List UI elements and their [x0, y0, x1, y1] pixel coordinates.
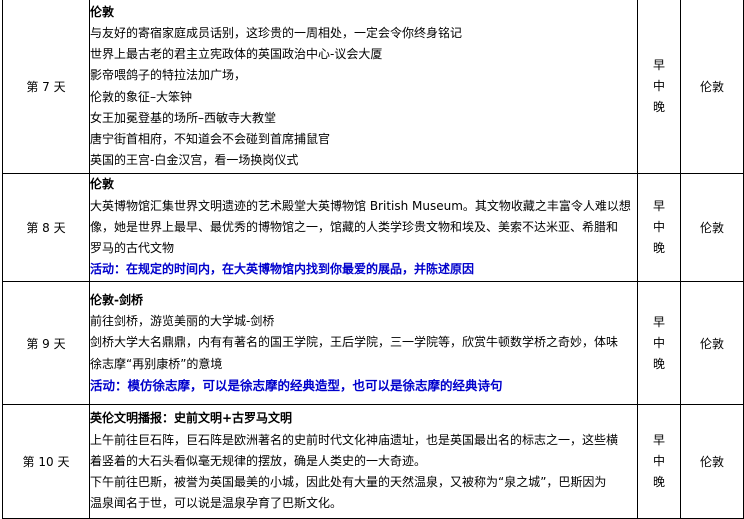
- content-line: 大英博物馆汇集世界文明遗迹的艺术殿堂大英博物馆 British Museum。其…: [90, 198, 631, 213]
- itinerary-row: 第 9 天 伦敦-剑桥 前往剑桥，游览美丽的大学城-剑桥 剑桥大学大名鼎鼎，内有…: [2, 281, 744, 405]
- itinerary-table: 第 7 天 伦敦 与友好的寄宿家庭成员话别，这珍贵的一周相处，一定会令你终身铭记…: [2, 0, 744, 519]
- day-label: 第 10 天: [2, 404, 90, 519]
- itinerary-row: 第 8 天 伦敦 大英博物馆汇集世界文明遗迹的艺术殿堂大英博物馆 British…: [2, 173, 744, 282]
- meals-cell: 早 中 晚: [637, 281, 681, 405]
- content-line: 唐宁街首相府，不知道会不会碰到首席捕鼠官: [90, 131, 331, 146]
- content-line: 着竖着的大石头看似毫无规律的摆放，确是人类史的一大奇迹。: [90, 453, 427, 468]
- activity-line: 活动：在规定的时间内，在大英博物馆内找到你最爱的展品，并陈述原因: [90, 262, 475, 277]
- itinerary-row: 第 7 天 伦敦 与友好的寄宿家庭成员话别，这珍贵的一周相处，一定会令你终身铭记…: [2, 0, 744, 174]
- hotel-city: 伦敦: [680, 173, 744, 282]
- content-line: 上午前往巨石阵，巨石阵是欧洲著名的史前时代文化神庙遗址，也是英国最出名的标志之一…: [90, 432, 619, 447]
- meal-lunch: 中: [652, 335, 665, 350]
- meals-cell: 早 中 晚: [637, 173, 681, 282]
- meal-dinner: 晚: [652, 475, 665, 489]
- meal-breakfast: 早: [652, 314, 665, 329]
- meals-cell: 早 中 晚: [637, 0, 681, 174]
- hotel-city: 伦敦: [680, 404, 744, 519]
- day-content: 伦敦 大英博物馆汇集世界文明遗迹的艺术殿堂大英博物馆 British Museu…: [89, 173, 638, 282]
- meal-lunch: 中: [652, 454, 665, 468]
- meal-lunch: 中: [652, 220, 665, 234]
- meal-dinner: 晚: [652, 356, 665, 371]
- content-line: 前往剑桥，游览美丽的大学城-剑桥: [90, 314, 275, 329]
- content-line: 与友好的寄宿家庭成员话别，这珍贵的一周相处，一定会令你终身铭记: [90, 25, 463, 40]
- meal-breakfast: 早: [652, 199, 665, 213]
- itinerary-row: 第 10 天 英伦文明播报：史前文明+古罗马文明 上午前往巨石阵，巨石阵是欧洲著…: [2, 404, 744, 519]
- content-line: 英国的王宫-白金汉宫，看一场换岗仪式: [90, 153, 299, 168]
- day-content: 英伦文明播报：史前文明+古罗马文明 上午前往巨石阵，巨石阵是欧洲著名的史前时代文…: [89, 404, 638, 519]
- meal-dinner: 晚: [652, 241, 665, 255]
- meal-dinner: 晚: [652, 100, 665, 114]
- meal-breakfast: 早: [652, 433, 665, 447]
- day-title: 英伦文明播报：史前文明+古罗马文明: [90, 411, 293, 426]
- content-line: 女王加冕登基的场所–西敏寺大教堂: [90, 110, 277, 125]
- day-content: 伦敦 与友好的寄宿家庭成员话别，这珍贵的一周相处，一定会令你终身铭记 世界上最古…: [89, 0, 638, 174]
- content-line: 世界上最古老的君主立宪政体的英国政治中心-议会大厦: [90, 47, 383, 62]
- hotel-city: 伦敦: [680, 0, 744, 174]
- day-label: 第 7 天: [2, 0, 90, 174]
- day-label: 第 8 天: [2, 173, 90, 282]
- day-label: 第 9 天: [2, 281, 90, 405]
- content-line: 伦敦的象征–大笨钟: [90, 89, 193, 104]
- content-line: 像，她是世界上最早、最优秀的博物馆之一，馆藏的人类学珍贵文物和埃及、美索不达米亚…: [90, 219, 619, 234]
- meal-lunch: 中: [652, 79, 665, 93]
- content-line: 下午前往巴斯，被誉为英国最美的小城，因此处有大量的天然温泉，又被称为“泉之城”，…: [90, 475, 607, 490]
- activity-line: 活动：模仿徐志摩，可以是徐志摩的经典造型，也可以是徐志摩的经典诗句: [90, 377, 503, 393]
- day-title: 伦敦: [90, 4, 115, 19]
- content-line: 温泉闻名于世，可以说是温泉孕育了巴斯文化。: [90, 496, 343, 511]
- day-title: 伦敦-剑桥: [90, 292, 143, 307]
- meal-breakfast: 早: [652, 58, 665, 72]
- hotel-city: 伦敦: [680, 281, 744, 405]
- content-line: 剑桥大学大名鼎鼎，内有有著名的国王学院，王后学院，三一学院等，欣赏牛顿数学桥之奇…: [90, 335, 619, 350]
- content-line: 罗马的古代文物: [90, 241, 175, 256]
- content-line: 影帝喂鸽子的特拉法加广场，: [90, 68, 247, 83]
- day-content: 伦敦-剑桥 前往剑桥，游览美丽的大学城-剑桥 剑桥大学大名鼎鼎，内有有著名的国王…: [89, 281, 638, 405]
- day-title: 伦敦: [90, 177, 115, 192]
- content-line: 徐志摩“再别康桥”的意境: [90, 356, 223, 371]
- meals-cell: 早 中 晚: [637, 404, 681, 519]
